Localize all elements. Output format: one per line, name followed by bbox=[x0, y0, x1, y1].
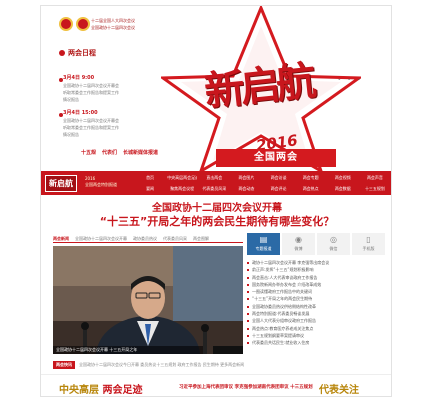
wechat-icon: ◎ bbox=[330, 235, 337, 244]
emblem-icon bbox=[59, 17, 73, 31]
section-leaders-red: 两会足迹 bbox=[102, 385, 143, 396]
schedule-title: 两会日程 bbox=[59, 48, 96, 58]
tab-item[interactable]: 全国政协十二届四次会议开幕 bbox=[75, 233, 127, 242]
schedule-line: 听取常委会工作报告和提案工作 bbox=[63, 125, 119, 130]
headline-primary[interactable]: 全国政协十二届四次会议开幕 bbox=[41, 199, 391, 214]
tile-label: 微信 bbox=[329, 246, 338, 251]
org-lines: 十二届全国人大四次会议 全国政协十二届四次会议 bbox=[91, 17, 135, 31]
schedule-line: 全国政协十二届四次会议开幕会 bbox=[63, 118, 119, 123]
nav-sub-line: 全国两会特别报道 bbox=[85, 182, 117, 187]
main-nav: 新启航 2016 全国两会特别报道 首页 中央高层两会足迹 直击两会 两会图片 … bbox=[41, 171, 391, 195]
big-title: 新启航 bbox=[202, 57, 315, 116]
section-leaders-gold: 中央高层 bbox=[59, 385, 99, 396]
bottom-section: 中央高层 两会足迹 习近平参加上海代表团审议 李克强参加湖南代表团审议 十三五规… bbox=[41, 374, 391, 396]
tile-label: 手机版 bbox=[362, 246, 375, 251]
header-banner: 十二届全国人大四次会议 全国政协十二届四次会议 两会日程 3月4日 9:00 全… bbox=[41, 6, 391, 171]
schedule-line: 情况报告 bbox=[63, 97, 79, 102]
tile-weibo[interactable]: ◉ 微博 bbox=[282, 233, 315, 255]
photo-caption[interactable]: 全国政协十二届四次会议开幕 十三五开局之年 bbox=[53, 346, 203, 354]
mid-link[interactable]: 习近平参加上海代表团审议 bbox=[179, 385, 233, 390]
schedule-line: 听取常委会工作报告和提案工作 bbox=[63, 90, 119, 95]
weibo-icon: ◉ bbox=[295, 235, 302, 244]
section-leaders[interactable]: 中央高层 两会足迹 bbox=[59, 381, 142, 396]
cppcc-emblem-icon bbox=[76, 17, 90, 31]
list-item[interactable]: 国务院新闻办举办发布会 介绍改革成效 bbox=[247, 281, 387, 288]
schedule-item-1[interactable]: 3月4日 9:00 全国政协十二届四次会议开幕会 听取常委会工作报告和提案工作 … bbox=[63, 75, 163, 103]
list-item[interactable]: 一图读懂政府工作报告中的关键词 bbox=[247, 288, 387, 295]
org-line-2: 全国政协十二届四次会议 bbox=[91, 25, 135, 30]
org-line-1: 十二届全国人大四次会议 bbox=[91, 18, 135, 23]
schedule-title-text: 两会日程 bbox=[68, 49, 96, 57]
list-item[interactable]: 俞正声:发挥“十三五”规划积极影响 bbox=[247, 266, 387, 273]
tile-special-report[interactable]: ▤ 专题报道 bbox=[247, 233, 280, 255]
ticker-text[interactable]: 全国政协十二届四次会议今日开幕 委员热议十三五规划 政府工作报告 民生期待 更多… bbox=[79, 362, 244, 368]
news-list: 政协十二届四次会议开幕 李克强等出席会议 俞正声:发挥“十三五”规划积极影响 两… bbox=[247, 259, 387, 347]
headline-secondary[interactable]: “十三五”开局之年的两会民生期待有哪些变化？ bbox=[41, 213, 391, 229]
page: 十二届全国人大四次会议 全国政协十二届四次会议 两会日程 3月4日 9:00 全… bbox=[40, 5, 392, 397]
nav-item[interactable]: 两会数据 bbox=[328, 184, 358, 193]
header-link[interactable]: 十五规 bbox=[81, 149, 96, 156]
nav-item[interactable]: 两会专题 bbox=[296, 173, 326, 182]
tile-wechat[interactable]: ◎ 微信 bbox=[317, 233, 350, 255]
nav-item[interactable]: 聚焦两会议程 bbox=[167, 184, 197, 193]
list-item[interactable]: 两会特别报道:代表委员畅谈发展 bbox=[247, 310, 387, 317]
schedule-time: 3月4日 15:00 bbox=[63, 110, 98, 116]
tile-label: 专题报道 bbox=[255, 246, 272, 251]
schedule-item-2[interactable]: 3月4日 15:00 全国政协十二届四次会议开幕会 听取常委会工作报告和提案工作… bbox=[63, 110, 163, 138]
header-link[interactable]: 代表们 bbox=[102, 149, 117, 156]
news-photo[interactable] bbox=[53, 246, 243, 354]
bookmark-icon: ▤ bbox=[259, 235, 268, 244]
nav-item[interactable]: 要闻 bbox=[135, 184, 165, 193]
tile-mobile[interactable]: ▯ 手机版 bbox=[352, 233, 385, 255]
nav-item[interactable]: 中央高层两会足迹 bbox=[167, 173, 197, 182]
list-item[interactable]: 政协十二届四次会议开幕 李克强等出席会议 bbox=[247, 259, 387, 266]
icon-row: ▤ 专题报道 ◉ 微博 ◎ 微信 ▯ 手机版 bbox=[247, 233, 387, 255]
ticker-tag: 两会快讯 bbox=[53, 361, 75, 369]
list-item[interactable]: 两会直击:人大代表审议政府工作报告 bbox=[247, 274, 387, 281]
nav-item[interactable]: 十三五规划 bbox=[360, 184, 390, 193]
tab-item[interactable]: 两会图解 bbox=[193, 233, 209, 242]
section-delegates[interactable]: 代表关注 bbox=[319, 381, 359, 396]
news-tabs: 两会新闻 全国政协十二届四次会议开幕 政协委员热议 代表委员风采 两会图解 bbox=[53, 233, 243, 243]
nav-item[interactable]: 两会声音 bbox=[360, 173, 390, 182]
mid-link[interactable]: 李克强参加湖南代表团审议 bbox=[235, 385, 289, 390]
nav-item[interactable]: 代表委员风采 bbox=[199, 184, 229, 193]
birds-icon: ⌄ ⌄ ⌄ bbox=[337, 76, 363, 82]
list-item[interactable]: 十三五规划纲要草案提请审议 bbox=[247, 332, 387, 339]
nav-item[interactable]: 首页 bbox=[135, 173, 165, 182]
nav-sub: 2016 全国两会特别报道 bbox=[85, 176, 117, 188]
right-panel: ▤ 专题报道 ◉ 微博 ◎ 微信 ▯ 手机版 政协十二届四次会议开幕 李克强等出… bbox=[247, 233, 387, 355]
list-item[interactable]: 全国人大代表分组审议政府工作报告 bbox=[247, 317, 387, 324]
list-item[interactable]: 代表委员共话民生:就业收入住房 bbox=[247, 339, 387, 346]
header-link[interactable]: 长城新媒体报道 bbox=[123, 149, 158, 156]
nav-item[interactable]: 两会访谈 bbox=[264, 173, 294, 182]
nav-item[interactable]: 两会图片 bbox=[231, 173, 261, 182]
section-mid-links: 习近平参加上海代表团审议 李克强参加湖南代表团审议 十三五规划 bbox=[179, 384, 313, 390]
nav-item[interactable]: 两会视频 bbox=[328, 173, 358, 182]
tab-item[interactable]: 政协委员热议 bbox=[133, 233, 157, 242]
emblem-row bbox=[59, 17, 90, 31]
list-item[interactable]: 全国政协委员热议供给侧结构性改革 bbox=[247, 303, 387, 310]
nav-item[interactable]: 两会热点 bbox=[296, 184, 326, 193]
tab-news[interactable]: 两会新闻 bbox=[53, 233, 69, 242]
nav-item[interactable]: 两会动态 bbox=[231, 184, 261, 193]
schedule-line: 全国政协十二届四次会议开幕会 bbox=[63, 83, 119, 88]
slider-controls[interactable] bbox=[213, 346, 243, 354]
phone-icon: ▯ bbox=[366, 235, 371, 244]
nav-item[interactable]: 直击两会 bbox=[199, 173, 229, 182]
list-item[interactable]: 两会热点:教育医疗养老成关注焦点 bbox=[247, 325, 387, 332]
header-links: 十五规 代表们 长城新媒体报道 bbox=[81, 149, 158, 156]
news-ticker: 两会快讯 全国政协十二届四次会议今日开幕 委员热议十三五规划 政府工作报告 民生… bbox=[53, 360, 387, 370]
nav-item[interactable]: 两会评论 bbox=[264, 184, 294, 193]
list-item[interactable]: “十三五”开局之年的两会民生期待 bbox=[247, 295, 387, 302]
tile-label: 微博 bbox=[294, 246, 303, 251]
mid-link[interactable]: 十三五规划 bbox=[290, 385, 313, 390]
nav-logo[interactable]: 新启航 bbox=[45, 175, 77, 192]
calendar-icon bbox=[59, 50, 65, 56]
tab-item[interactable]: 代表委员风采 bbox=[163, 233, 187, 242]
schedule-line: 情况报告 bbox=[63, 132, 79, 137]
nav-grid: 首页 中央高层两会足迹 直击两会 两会图片 两会访谈 两会专题 两会视频 两会声… bbox=[135, 173, 390, 193]
lianghui-band: 全国两会 bbox=[216, 149, 336, 167]
schedule-time: 3月4日 9:00 bbox=[63, 75, 95, 81]
